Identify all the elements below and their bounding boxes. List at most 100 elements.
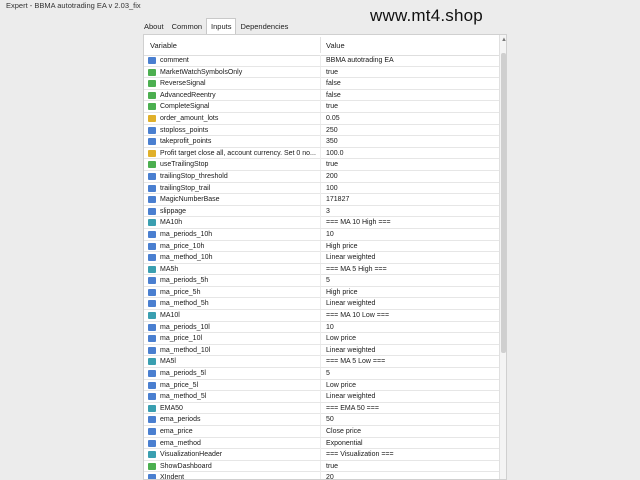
variable-value[interactable]: 20: [326, 472, 334, 479]
variable-value[interactable]: === MA 10 High ===: [326, 217, 391, 228]
variable-value[interactable]: Exponential: [326, 438, 363, 449]
variable-value[interactable]: 5: [326, 275, 330, 286]
variable-value[interactable]: 50: [326, 414, 334, 425]
table-row[interactable]: ema_price Close price: [144, 426, 499, 438]
table-row[interactable]: VisualizationHeader === Visualization ===: [144, 449, 499, 461]
table-row[interactable]: MA5l === MA 5 Low ===: [144, 356, 499, 369]
scroll-up-icon[interactable]: ▲: [501, 37, 506, 43]
table-row[interactable]: AdvancedReentry false: [144, 89, 499, 102]
table-row[interactable]: comment BBMA autotrading EA: [144, 55, 499, 67]
variable-value[interactable]: Close price: [326, 426, 361, 437]
table-row[interactable]: CompleteSignal true: [144, 101, 499, 113]
variable-value[interactable]: 200: [326, 171, 338, 182]
column-header-variable[interactable]: Variable: [150, 41, 177, 50]
variable-value[interactable]: 10: [326, 322, 334, 333]
scrollbar-thumb[interactable]: [501, 53, 506, 353]
variable-value[interactable]: 100.0: [326, 148, 344, 159]
table-row[interactable]: ma_method_10h Linear weighted: [144, 252, 499, 264]
table-row[interactable]: ma_periods_5h 5: [144, 275, 499, 287]
variable-value[interactable]: 350: [326, 136, 338, 147]
variable-value[interactable]: true: [326, 67, 338, 78]
column-divider[interactable]: [320, 37, 321, 53]
variable-value[interactable]: === Visualization ===: [326, 449, 394, 460]
table-row[interactable]: ma_price_10l Low price: [144, 333, 499, 345]
table-row[interactable]: slippage 3: [144, 205, 499, 218]
variable-value[interactable]: false: [326, 90, 341, 101]
watermark: www.mt4.shop: [370, 6, 483, 25]
variable-value[interactable]: === MA 5 Low ===: [326, 356, 385, 367]
variable-value[interactable]: true: [326, 101, 338, 112]
variable-name: ShowDashboard: [160, 462, 212, 470]
table-row[interactable]: stoploss_points 250: [144, 124, 499, 137]
table-row[interactable]: ma_method_5l Linear weighted: [144, 391, 499, 403]
column-header-value[interactable]: Value: [326, 41, 345, 50]
tab-inputs[interactable]: Inputs: [206, 18, 237, 34]
table-row[interactable]: ma_method_10l Linear weighted: [144, 344, 499, 357]
cell-divider: [320, 426, 321, 437]
table-row[interactable]: MagicNumberBase 171827: [144, 194, 499, 206]
tab-dependencies[interactable]: Dependencies: [236, 19, 292, 34]
variable-value[interactable]: High price: [326, 287, 358, 298]
table-row[interactable]: ma_price_5h High price: [144, 286, 499, 299]
bool-icon: [148, 91, 156, 99]
table-row[interactable]: ShowDashboard true: [144, 460, 499, 473]
table-row[interactable]: EMA50 === EMA 50 ===: [144, 402, 499, 415]
table-row[interactable]: ma_price_5l Low price: [144, 379, 499, 392]
table-row[interactable]: MA10h === MA 10 High ===: [144, 217, 499, 229]
table-row[interactable]: ema_periods 50: [144, 414, 499, 426]
cell-divider: [320, 310, 321, 322]
variable-value[interactable]: 10: [326, 229, 334, 240]
cell-divider: [320, 147, 321, 159]
variable-value[interactable]: true: [326, 159, 338, 170]
vertical-scrollbar[interactable]: ▲: [499, 35, 506, 479]
table-row[interactable]: ma_periods_5l 5: [144, 368, 499, 380]
table-row[interactable]: XIndent 20: [144, 472, 499, 479]
table-row[interactable]: order_amount_lots 0.05: [144, 112, 499, 125]
variable-value[interactable]: 250: [326, 125, 338, 136]
bool-icon: [148, 462, 156, 470]
table-row[interactable]: MarketWatchSymbolsOnly true: [144, 66, 499, 79]
variable-name: MA10l: [160, 312, 180, 320]
variable-value[interactable]: 5: [326, 368, 330, 379]
table-row[interactable]: Profit target close all, account currenc…: [144, 147, 499, 160]
tab-about[interactable]: About: [140, 19, 168, 34]
table-row[interactable]: ma_periods_10h 10: [144, 228, 499, 241]
table-row[interactable]: ma_method_5h Linear weighted: [144, 298, 499, 311]
variable-value[interactable]: === EMA 50 ===: [326, 403, 379, 414]
table-row[interactable]: ema_method Exponential: [144, 437, 499, 450]
enum-icon: [148, 242, 156, 250]
variable-value[interactable]: 0.05: [326, 113, 340, 124]
cell-divider: [320, 344, 321, 356]
variable-value[interactable]: === MA 5 High ===: [326, 264, 387, 275]
variable-value[interactable]: === MA 10 Low ===: [326, 310, 389, 321]
variable-value[interactable]: Low price: [326, 333, 356, 344]
variable-value[interactable]: true: [326, 461, 338, 472]
table-row[interactable]: trailingStop_threshold 200: [144, 170, 499, 183]
variable-value[interactable]: High price: [326, 241, 358, 252]
table-row[interactable]: ReverseSignal false: [144, 78, 499, 90]
table-row[interactable]: trailingStop_trail 100: [144, 182, 499, 195]
variable-name: MA10h: [160, 219, 183, 227]
variable-value[interactable]: Linear weighted: [326, 391, 375, 402]
table-row[interactable]: useTrailingStop true: [144, 159, 499, 171]
variable-value[interactable]: BBMA autotrading EA: [326, 55, 394, 66]
variable-name: ma_periods_10h: [160, 230, 213, 238]
variable-name: ma_method_10l: [160, 346, 211, 354]
variable-value[interactable]: 3: [326, 206, 330, 217]
variable-value[interactable]: 100: [326, 183, 338, 194]
table-row[interactable]: MA10l === MA 10 Low ===: [144, 310, 499, 322]
table-row[interactable]: ma_price_10h High price: [144, 240, 499, 253]
variable-value[interactable]: Low price: [326, 380, 356, 391]
variable-value[interactable]: Linear weighted: [326, 345, 375, 356]
variable-value[interactable]: Linear weighted: [326, 298, 375, 309]
table-row[interactable]: MA5h === MA 5 High ===: [144, 263, 499, 276]
variable-value[interactable]: 171827: [326, 194, 349, 205]
variable-name: trailingStop_threshold: [160, 172, 228, 180]
variable-value[interactable]: Linear weighted: [326, 252, 375, 263]
tab-bar: About Common Inputs Dependencies: [140, 18, 292, 34]
table-row[interactable]: ma_periods_10l 10: [144, 321, 499, 334]
variable-name: MarketWatchSymbolsOnly: [160, 68, 243, 76]
variable-value[interactable]: false: [326, 78, 341, 89]
tab-common[interactable]: Common: [168, 19, 206, 34]
table-row[interactable]: takeprofit_points 350: [144, 136, 499, 148]
